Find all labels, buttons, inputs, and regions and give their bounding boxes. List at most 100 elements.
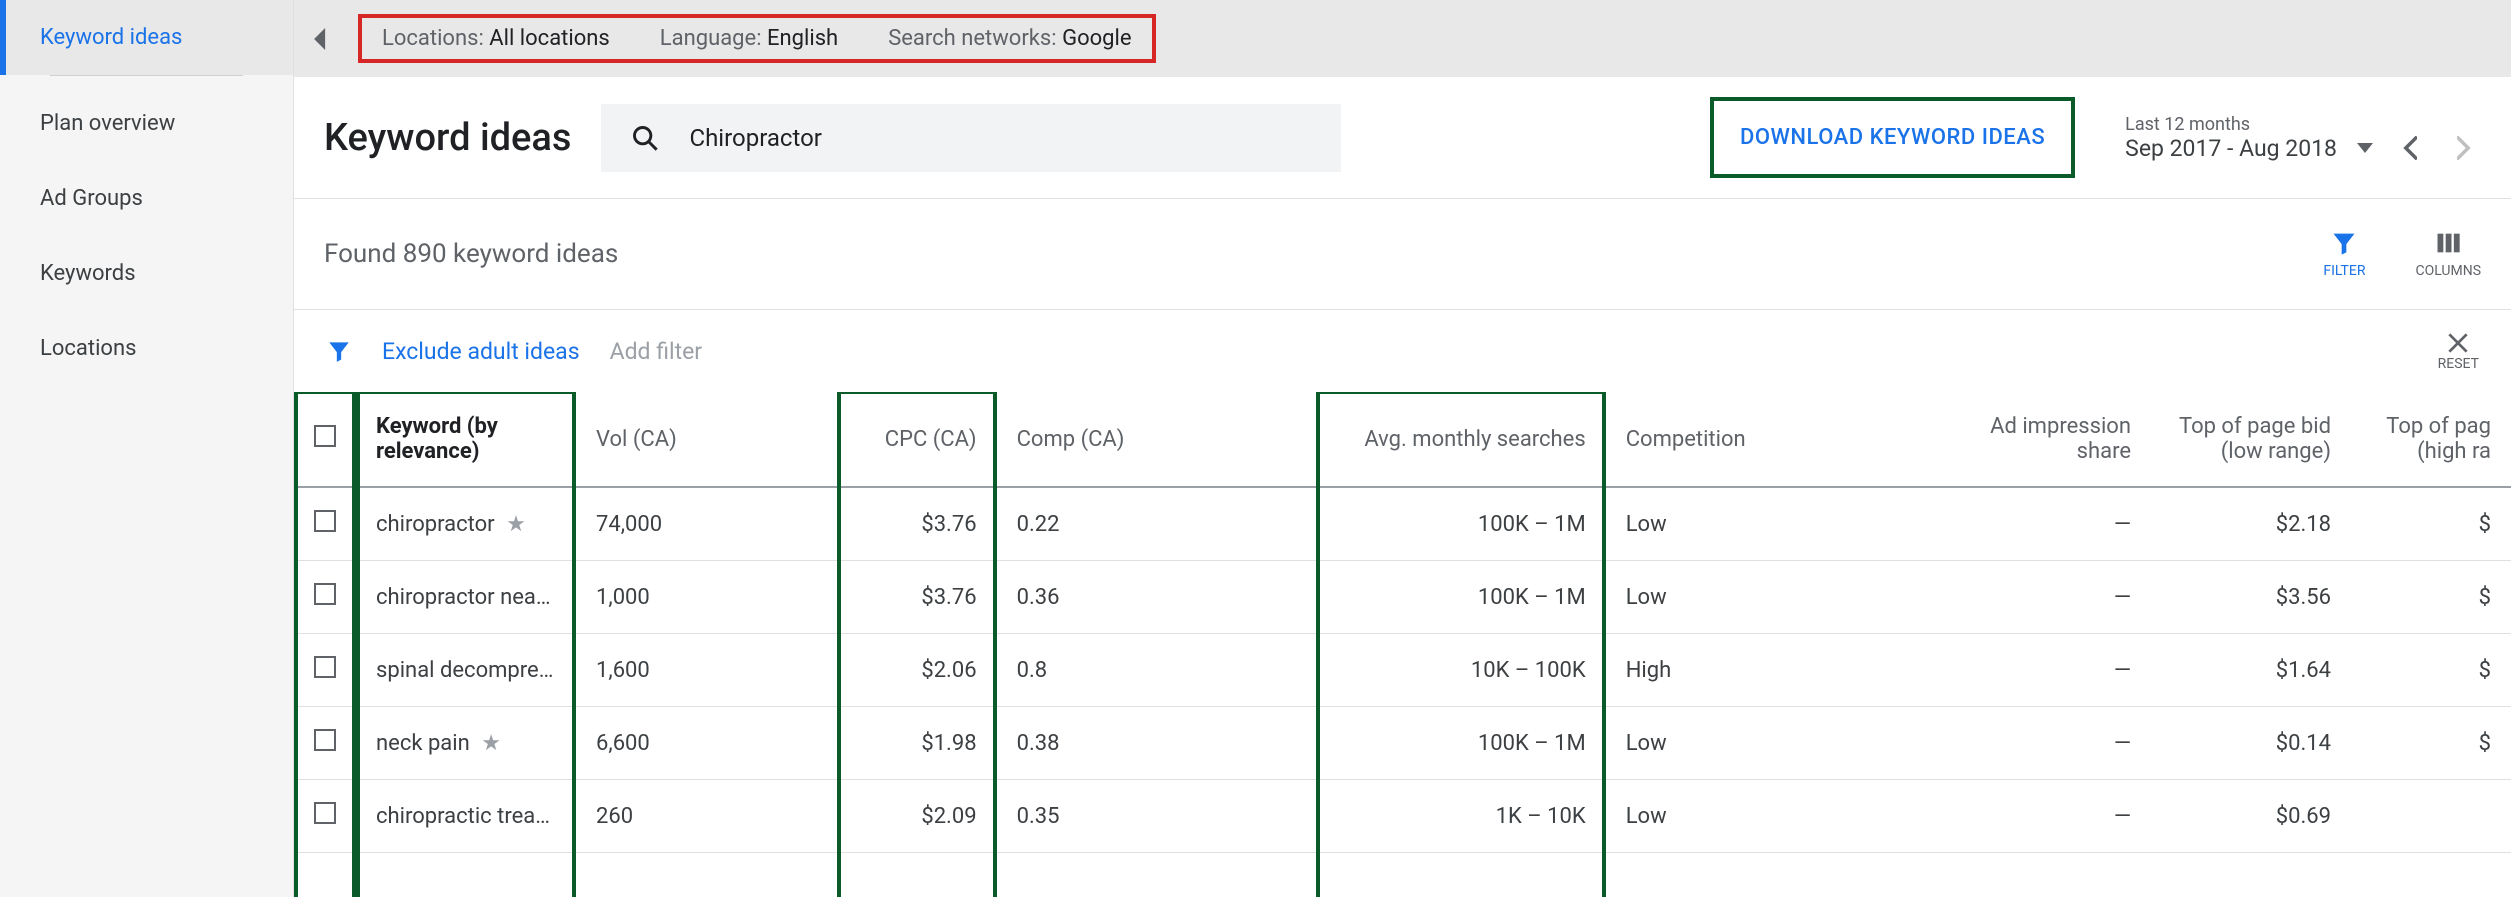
cell-vol: 1,600 <box>576 634 837 707</box>
col-avg-searches[interactable]: Avg. monthly searches <box>1316 392 1606 487</box>
cell-keyword: chiropractor ★ <box>356 487 576 561</box>
filter-bar: Exclude adult ideas Add filter RESET <box>294 310 2511 392</box>
cell-competition: Low <box>1606 707 1951 780</box>
cell-competition: Low <box>1606 561 1951 634</box>
cell-competition: Low <box>1606 780 1951 853</box>
date-range-label: Last 12 months <box>2125 114 2481 135</box>
cell-vol: 74,000 <box>576 487 837 561</box>
row-checkbox[interactable] <box>314 802 336 824</box>
date-next-arrow-icon[interactable] <box>2447 136 2481 160</box>
reset-button[interactable]: RESET <box>2438 330 2479 372</box>
col-competition[interactable]: Competition <box>1606 392 1951 487</box>
date-prev-arrow-icon[interactable] <box>2393 136 2427 160</box>
table-row[interactable]: chiropractor ★74,000$3.760.22100K – 1MLo… <box>294 487 2511 561</box>
cell-top-high: $ <box>2351 707 2511 780</box>
sidebar-item-plan-overview[interactable]: Plan overview <box>0 86 293 161</box>
topbar: Locations: All locations Language: Engli… <box>294 0 2511 77</box>
star-icon[interactable]: ★ <box>481 731 501 756</box>
columns-icon <box>2434 229 2462 257</box>
row-checkbox[interactable] <box>314 510 336 532</box>
targeting-filters[interactable]: Locations: All locations Language: Engli… <box>358 14 1156 63</box>
col-top-bid-high[interactable]: Top of pag (high ra <box>2351 392 2511 487</box>
table-header-row: Keyword (by relevance) Vol (CA) CPC (CA)… <box>294 392 2511 487</box>
columns-button[interactable]: COLUMNS <box>2415 229 2481 279</box>
col-cpc[interactable]: CPC (CA) <box>837 392 997 487</box>
col-vol[interactable]: Vol (CA) <box>576 392 837 487</box>
cell-top-low: $0.14 <box>2151 707 2351 780</box>
cell-avg: 100K – 1M <box>1316 707 1606 780</box>
col-impression-share[interactable]: Ad impression share <box>1951 392 2151 487</box>
row-checkbox[interactable] <box>314 583 336 605</box>
cell-competition: High <box>1606 634 1951 707</box>
filter-icon[interactable] <box>326 338 352 364</box>
cell-cpc: $3.76 <box>837 561 997 634</box>
page-title: Keyword ideas <box>324 116 571 160</box>
cell-keyword: spinal decompres… <box>356 634 576 707</box>
cell-comp: 0.22 <box>997 487 1316 561</box>
table-row[interactable]: chiropractic treat…260$2.090.351K – 10KL… <box>294 780 2511 853</box>
cell-comp: 0.8 <box>997 634 1316 707</box>
cell-top-high: $ <box>2351 561 2511 634</box>
cell-avg: 1K – 10K <box>1316 780 1606 853</box>
filter-button[interactable]: FILTER <box>2323 229 2365 279</box>
cell-impression: — <box>1951 487 2151 561</box>
row-checkbox[interactable] <box>314 656 336 678</box>
table-row[interactable]: spinal decompres…1,600$2.060.810K – 100K… <box>294 634 2511 707</box>
cell-impression: — <box>1951 561 2151 634</box>
cell-vol: 260 <box>576 780 837 853</box>
cell-top-low: $3.56 <box>2151 561 2351 634</box>
cell-cpc: $3.76 <box>837 487 997 561</box>
cell-vol: 6,600 <box>576 707 837 780</box>
cell-keyword: neck pain ★ <box>356 707 576 780</box>
cell-avg: 100K – 1M <box>1316 487 1606 561</box>
cell-cpc: $2.06 <box>837 634 997 707</box>
networks-filter[interactable]: Search networks: Google <box>888 26 1131 51</box>
cell-keyword: chiropractor near … <box>356 561 576 634</box>
cell-competition: Low <box>1606 487 1951 561</box>
table-row[interactable]: chiropractor near …1,000$3.760.36100K – … <box>294 561 2511 634</box>
search-value: Chiropractor <box>689 124 821 152</box>
cell-top-high: $ <box>2351 487 2511 561</box>
select-all-checkbox[interactable] <box>314 425 336 447</box>
row-checkbox[interactable] <box>314 729 336 751</box>
table-wrap: Keyword (by relevance) Vol (CA) CPC (CA)… <box>294 392 2511 897</box>
cell-keyword: chiropractic treat… <box>356 780 576 853</box>
main: Locations: All locations Language: Engli… <box>294 0 2511 897</box>
cell-impression: — <box>1951 634 2151 707</box>
keyword-table: Keyword (by relevance) Vol (CA) CPC (CA)… <box>294 392 2511 853</box>
col-keyword[interactable]: Keyword (by relevance) <box>356 392 576 487</box>
cell-top-low: $0.69 <box>2151 780 2351 853</box>
cell-cpc: $2.09 <box>837 780 997 853</box>
sidebar-item-keywords[interactable]: Keywords <box>0 236 293 311</box>
cell-top-high: $ <box>2351 634 2511 707</box>
cell-top-low: $2.18 <box>2151 487 2351 561</box>
sidebar: Keyword ideas Plan overview Ad Groups Ke… <box>0 0 294 897</box>
col-top-bid-low[interactable]: Top of page bid (low range) <box>2151 392 2351 487</box>
sidebar-item-ad-groups[interactable]: Ad Groups <box>0 161 293 236</box>
col-comp[interactable]: Comp (CA) <box>997 392 1316 487</box>
header-row: Keyword ideas Chiropractor DOWNLOAD KEYW… <box>294 77 2511 199</box>
date-range-picker[interactable]: Last 12 months Sep 2017 - Aug 2018 <box>2125 114 2481 162</box>
date-range-value: Sep 2017 - Aug 2018 <box>2125 135 2337 162</box>
star-icon[interactable]: ★ <box>506 512 526 537</box>
dropdown-icon[interactable] <box>2357 143 2373 153</box>
cell-comp: 0.38 <box>997 707 1316 780</box>
locations-filter[interactable]: Locations: All locations <box>382 26 610 51</box>
cell-top-low: $1.64 <box>2151 634 2351 707</box>
sidebar-item-locations[interactable]: Locations <box>0 311 293 386</box>
exclude-adult-link[interactable]: Exclude adult ideas <box>382 338 580 365</box>
cell-top-high <box>2351 780 2511 853</box>
download-keyword-ideas-button[interactable]: DOWNLOAD KEYWORD IDEAS <box>1710 97 2075 178</box>
cell-vol: 1,000 <box>576 561 837 634</box>
cell-avg: 100K – 1M <box>1316 561 1606 634</box>
cell-avg: 10K – 100K <box>1316 634 1606 707</box>
add-filter-button[interactable]: Add filter <box>610 338 703 365</box>
language-filter[interactable]: Language: English <box>660 26 838 51</box>
sidebar-item-keyword-ideas[interactable]: Keyword ideas <box>0 0 293 75</box>
found-count-text: Found 890 keyword ideas <box>324 239 618 269</box>
table-row[interactable]: neck pain ★6,600$1.980.38100K – 1MLow—$0… <box>294 707 2511 780</box>
back-arrow-icon[interactable] <box>314 28 328 50</box>
cell-cpc: $1.98 <box>837 707 997 780</box>
search-input[interactable]: Chiropractor <box>601 104 1341 172</box>
cell-impression: — <box>1951 707 2151 780</box>
